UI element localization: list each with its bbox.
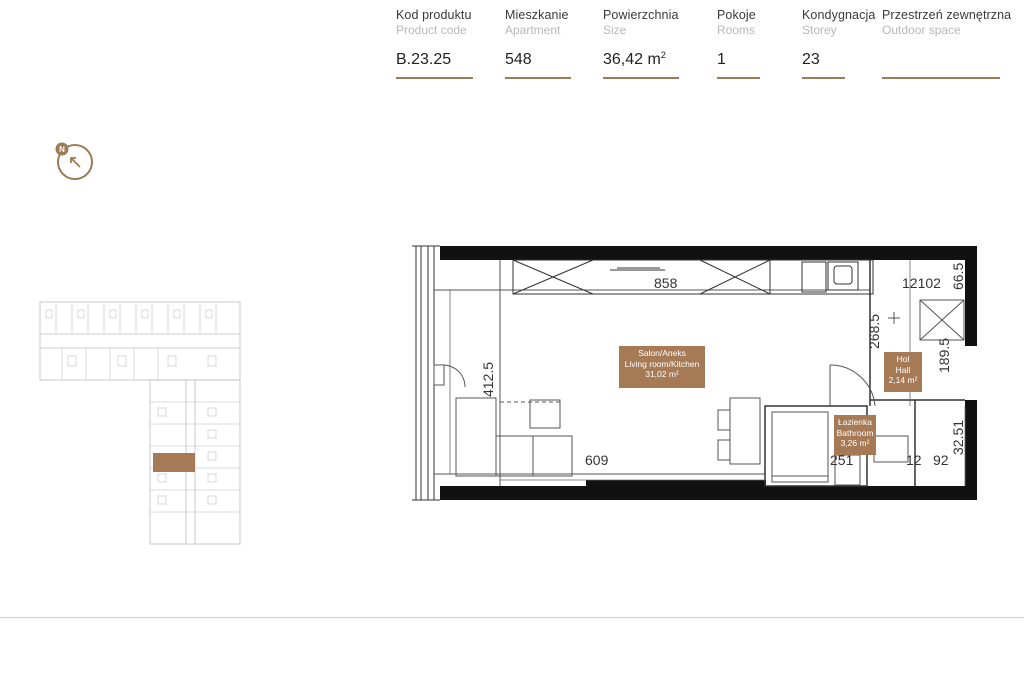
spec-underline [505,77,571,79]
spec-apartment: Mieszkanie Apartment 548 [505,8,571,79]
spec-label-pl: Pokoje [717,8,756,22]
south-wall [440,486,977,500]
dimension-label: 92 [933,452,949,468]
dimension-label: 12 [906,452,922,468]
room-name-pl: Łazienka [837,417,873,427]
spec-label-en: Size [603,23,627,37]
spec-underline [717,77,760,79]
spec-value: 23 [802,51,820,68]
room-name-en: Hall [895,364,911,375]
spec-label-pl: Mieszkanie [505,8,569,22]
dimension-label: 609 [585,452,609,468]
room-label-bathroom: Łazienka Bathroom 3,26 m² [834,415,876,455]
spec-value: 1 [717,51,726,68]
spec-rooms: Pokoje Rooms 1 [717,8,760,79]
compass-icon: N [55,142,93,180]
spec-underline [802,77,845,79]
spec-label-pl: Kod produktu [396,8,472,22]
room-label-hall: Hol Hall 2,14 m² [884,352,922,392]
spec-value: B.23.25 [396,51,452,68]
north-wall [440,246,977,260]
spec-product-code: Kod produktu Product code B.23.25 [396,8,473,79]
dimension-label: 66.5 [950,262,966,290]
east-wall-upper [965,246,977,346]
spec-label-pl: Przestrzeń zewnętrzna [882,8,1012,22]
dimension-label: 412.5 [480,361,496,397]
spec-size: Powierzchnia Size 36,42 m2 [603,8,679,79]
room-area: 31,02 m² [645,369,679,379]
east-wall-lower [965,400,977,500]
spec-label-pl: Powierzchnia [603,8,679,22]
room-name-pl: Salon/Aneks [638,348,686,358]
spec-storey: Kondygnacja Storey 23 [802,8,875,79]
room-label-living: Salon/Aneks Living room/Kitchen 31,02 m² [619,346,705,388]
room-name-en: Living room/Kitchen [624,358,700,369]
spec-label-en: Rooms [717,23,756,37]
room-name-en: Bathroom [836,427,874,438]
spec-label-en: Apartment [505,23,561,37]
spec-value [882,51,1011,71]
building-keyplan [39,301,241,545]
spec-underline [603,77,679,79]
spec-underline [396,77,473,79]
room-area: 2,14 m² [888,375,918,385]
spec-label-en: Outdoor space [882,23,961,37]
spec-value-text: 36,42 m [603,51,661,68]
room-name-pl: Hol [896,354,910,364]
dimension-label: 12102 [902,275,941,291]
dimension-label: 268.5 [866,313,882,349]
dimension-label: 858 [654,275,678,291]
footer-divider [0,617,1024,618]
spec-value: 36,42 m2 [603,50,679,71]
dimension-label: 32.51 [950,419,966,455]
spec-label-en: Product code [396,23,467,37]
spec-label-en: Storey [802,23,837,37]
keyplan-highlight-unit [153,453,195,472]
spec-value-unit: 2 [660,50,666,60]
spec-value: 548 [505,51,532,68]
compass-letter: N [59,145,65,154]
spec-outdoor: Przestrzeń zewnętrzna Outdoor space [882,8,1011,79]
spec-underline [882,77,1000,79]
dimension-label: 189.5 [936,337,952,373]
spec-label-pl: Kondygnacja [802,8,876,22]
room-area: 3,26 m² [840,438,870,448]
